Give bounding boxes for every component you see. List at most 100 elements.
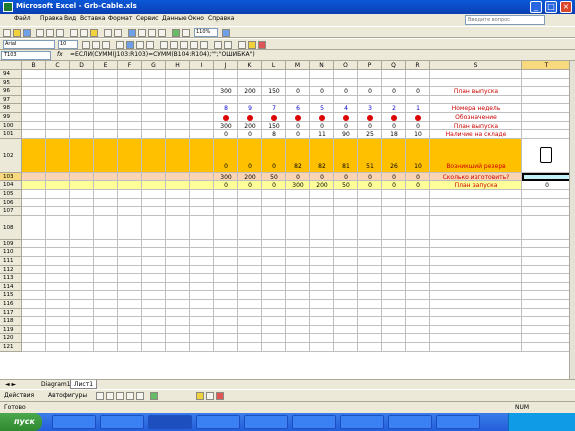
cell[interactable] (190, 78, 214, 88)
cell[interactable] (46, 300, 70, 309)
cell[interactable] (190, 198, 214, 208)
cell[interactable] (286, 78, 310, 88)
cell[interactable] (190, 334, 214, 343)
cell[interactable] (214, 207, 238, 216)
cell[interactable] (22, 181, 46, 190)
cell[interactable] (382, 343, 406, 352)
cell[interactable] (94, 130, 118, 139)
cell[interactable] (334, 190, 358, 199)
cell[interactable] (46, 291, 70, 300)
cell[interactable] (22, 300, 46, 309)
cell[interactable] (118, 308, 142, 318)
cell[interactable] (70, 343, 94, 352)
cell[interactable] (166, 172, 190, 182)
cell[interactable] (166, 215, 190, 240)
cell[interactable] (190, 343, 214, 352)
minimize-button[interactable]: _ (530, 1, 542, 13)
cell[interactable] (70, 257, 94, 266)
cell[interactable] (382, 282, 406, 292)
cell[interactable] (70, 95, 94, 105)
cell[interactable] (262, 70, 286, 79)
cell[interactable] (430, 95, 522, 105)
column-header[interactable]: T (522, 61, 569, 70)
italic-icon[interactable] (92, 41, 100, 49)
row-header[interactable]: 111 (0, 257, 22, 266)
cell[interactable] (190, 300, 214, 309)
cell[interactable] (118, 282, 142, 292)
clipart-icon[interactable] (150, 392, 158, 400)
cell[interactable] (94, 198, 118, 208)
line-icon[interactable] (96, 392, 104, 400)
cell[interactable] (430, 308, 522, 318)
sort-desc-icon[interactable] (158, 29, 166, 37)
cell[interactable] (334, 308, 358, 318)
cut-icon[interactable] (70, 29, 78, 37)
cell[interactable] (286, 95, 310, 105)
cell[interactable] (238, 198, 262, 208)
cell[interactable] (190, 181, 214, 190)
cell[interactable] (334, 248, 358, 257)
cell[interactable] (142, 300, 166, 309)
cell[interactable] (22, 104, 46, 113)
cell[interactable] (142, 257, 166, 266)
underline-icon[interactable] (102, 41, 110, 49)
tab-sheet1[interactable]: Лист1 (70, 380, 98, 389)
menu-insert[interactable]: Вставка (80, 15, 105, 22)
cell[interactable] (190, 138, 214, 173)
cell[interactable] (166, 95, 190, 105)
cell[interactable] (46, 95, 70, 105)
cell[interactable] (522, 300, 569, 309)
cell[interactable] (94, 239, 118, 249)
increase-decimal-icon[interactable] (190, 41, 198, 49)
cell[interactable] (190, 257, 214, 266)
cell[interactable] (142, 121, 166, 131)
cell[interactable] (522, 104, 569, 113)
cell[interactable] (358, 300, 382, 309)
cell[interactable] (22, 239, 46, 249)
cell[interactable] (190, 113, 214, 122)
cell[interactable] (334, 274, 358, 283)
cell[interactable] (238, 282, 262, 292)
row-header[interactable]: 108 (0, 215, 22, 240)
cell[interactable] (46, 190, 70, 199)
cell[interactable] (262, 325, 286, 335)
cell[interactable] (94, 215, 118, 240)
cell[interactable] (286, 257, 310, 266)
cell[interactable] (118, 257, 142, 266)
cell[interactable] (70, 70, 94, 79)
cell[interactable] (522, 257, 569, 266)
rectangle-icon[interactable] (116, 392, 124, 400)
cell[interactable] (358, 239, 382, 249)
cell[interactable] (522, 248, 569, 257)
cell[interactable] (382, 325, 406, 335)
cell[interactable] (70, 130, 94, 139)
cell[interactable] (22, 291, 46, 300)
cell[interactable] (46, 317, 70, 326)
cell[interactable] (166, 78, 190, 88)
taskbar-item[interactable] (244, 415, 288, 429)
cell[interactable] (286, 282, 310, 292)
cell[interactable] (430, 300, 522, 309)
cell[interactable] (70, 317, 94, 326)
cell[interactable] (166, 248, 190, 257)
cell[interactable] (22, 138, 46, 173)
row-header[interactable]: 103 (0, 172, 22, 182)
cell[interactable] (118, 95, 142, 105)
align-right-icon[interactable] (136, 41, 144, 49)
cell[interactable] (142, 181, 166, 190)
close-button[interactable]: × (560, 1, 572, 13)
cell[interactable] (430, 248, 522, 257)
cell[interactable] (358, 190, 382, 199)
cell[interactable] (22, 172, 46, 182)
cell[interactable] (118, 113, 142, 122)
cell[interactable] (430, 265, 522, 275)
hyperlink-icon[interactable] (128, 29, 136, 37)
comma-icon[interactable] (180, 41, 188, 49)
cell[interactable] (382, 257, 406, 266)
cell[interactable] (358, 257, 382, 266)
cell[interactable] (46, 130, 70, 139)
cell[interactable] (522, 216, 569, 240)
cell[interactable] (382, 207, 406, 216)
cell[interactable] (406, 207, 430, 216)
cell[interactable] (238, 239, 262, 249)
